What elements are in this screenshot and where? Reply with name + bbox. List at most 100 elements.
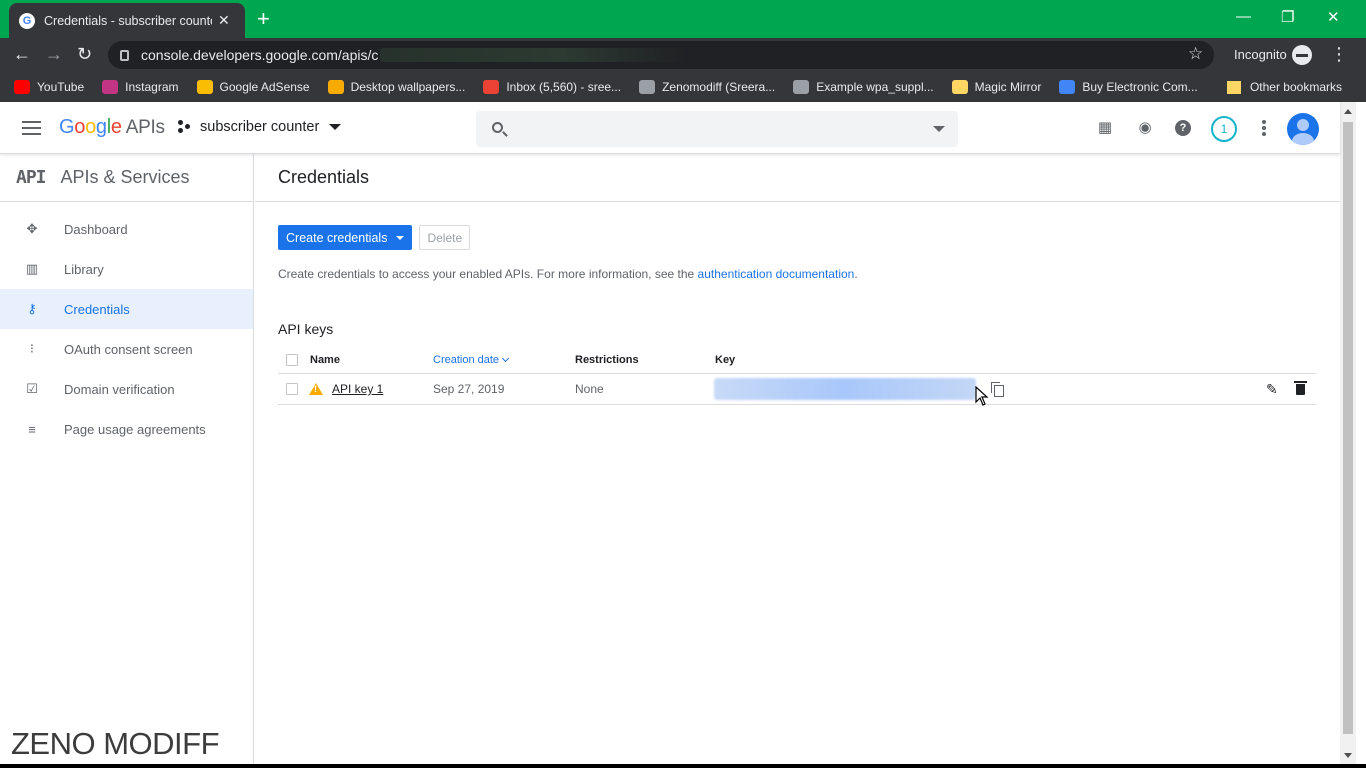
- create-credentials-button[interactable]: Create credentials: [278, 225, 413, 250]
- scroll-up-icon[interactable]: [1344, 109, 1352, 114]
- bookmark-star-icon[interactable]: ☆: [1188, 44, 1203, 64]
- sidebar-item-dashboard[interactable]: ✥ Dashboard: [0, 209, 253, 249]
- sidebar-item-label: Credentials: [64, 301, 130, 317]
- scrollbar-thumb[interactable]: [1343, 122, 1353, 734]
- dashboard-icon: ✥: [26, 221, 38, 236]
- bookmark-label: Magic Mirror: [974, 80, 1042, 94]
- main-content: Credentials Create credentials Delete Cr…: [255, 154, 1340, 764]
- library-icon: ▥: [25, 261, 39, 276]
- bookmark-label: Example wpa_suppl...: [816, 80, 934, 94]
- warning-icon: [309, 383, 323, 395]
- info-text-body: Create credentials to access your enable…: [278, 267, 698, 281]
- page-title: Credentials: [255, 154, 1340, 202]
- table-row[interactable]: API key 1 Sep 27, 2019 None ✎: [278, 374, 1316, 405]
- address-bar[interactable]: console.developers.google.com/apis/c: [108, 41, 1214, 69]
- sidebar-item-label: Page usage agreements: [64, 421, 206, 437]
- sidebar-item-label: OAuth consent screen: [64, 341, 193, 357]
- bookmark-item[interactable]: Buy Electronic Com...: [1059, 80, 1198, 94]
- sidebar-item-credentials[interactable]: ⚷ Credentials: [0, 289, 253, 329]
- other-bookmarks-label: Other bookmarks: [1249, 80, 1342, 94]
- delete-icon[interactable]: [1294, 380, 1307, 395]
- back-arrow-icon[interactable]: ←: [13, 44, 31, 64]
- restrictions-cell: None: [575, 382, 604, 396]
- bookmark-favicon-icon: [14, 80, 30, 94]
- column-header-name[interactable]: Name: [310, 347, 340, 373]
- creation-date-label: Creation date: [433, 354, 500, 366]
- google-apis-logo[interactable]: Google APIs: [59, 116, 165, 139]
- consent-icon: ⁝: [29, 341, 35, 356]
- bookmark-favicon-icon: [951, 80, 968, 94]
- vertical-scrollbar[interactable]: [1340, 102, 1356, 764]
- sidebar: API APIs & Services ✥ Dashboard ▥ Librar…: [0, 154, 254, 764]
- restore-button[interactable]: ❐: [1281, 8, 1294, 26]
- help-icon[interactable]: ?: [1175, 120, 1191, 136]
- bookmark-item[interactable]: Zenomodiff (Sreera...: [639, 80, 775, 94]
- bottom-edge: [0, 764, 1366, 768]
- browser-tab-strip: G Credentials - subscriber counter ✕ + —…: [0, 0, 1366, 38]
- column-header-restrictions: Restrictions: [575, 354, 639, 366]
- logo-apis: APIs: [125, 117, 165, 138]
- lock-icon: [120, 49, 129, 61]
- incognito-icon: [1292, 45, 1312, 65]
- bookmark-favicon-icon: [793, 80, 810, 94]
- logo-google: Google: [59, 116, 122, 138]
- bookmark-item[interactable]: Magic Mirror: [951, 80, 1042, 94]
- scroll-down-icon[interactable]: [1344, 753, 1352, 758]
- bookmark-item[interactable]: Google AdSense: [196, 80, 310, 94]
- delete-button[interactable]: Delete: [419, 225, 471, 250]
- authentication-documentation-link[interactable]: authentication documentation: [698, 267, 855, 281]
- sidebar-header: API APIs & Services: [0, 154, 253, 202]
- search-input[interactable]: [476, 111, 958, 147]
- bookmark-label: Zenomodiff (Sreera...: [662, 80, 776, 94]
- mouse-cursor-icon: [975, 386, 989, 406]
- bookmark-item[interactable]: YouTube: [14, 80, 84, 94]
- column-header-creation-date[interactable]: Creation date: [433, 347, 510, 373]
- other-bookmarks[interactable]: Other bookmarks: [1226, 72, 1342, 102]
- edit-icon[interactable]: ✎: [1266, 381, 1278, 398]
- avatar[interactable]: [1287, 113, 1319, 145]
- browser-toolbar: ← → ↻ console.developers.google.com/apis…: [0, 38, 1366, 72]
- project-dots-icon: [178, 120, 192, 134]
- bookmark-favicon-icon: [1059, 80, 1076, 94]
- browser-tab[interactable]: G Credentials - subscriber counter ✕: [9, 3, 245, 38]
- bookmark-item[interactable]: Instagram: [102, 80, 179, 94]
- window-close-button[interactable]: ✕: [1327, 8, 1340, 26]
- sidebar-item-page-usage[interactable]: ≡ Page usage agreements: [0, 409, 253, 449]
- sidebar-item-oauth-consent[interactable]: ⁝ OAuth consent screen: [0, 329, 253, 369]
- bookmark-item[interactable]: Example wpa_suppl...: [793, 80, 934, 94]
- browser-menu-icon[interactable]: ⋮: [1330, 44, 1348, 64]
- tab-title: Credentials - subscriber counter: [44, 13, 212, 28]
- new-tab-button[interactable]: +: [257, 8, 270, 30]
- forward-arrow-icon[interactable]: →: [45, 44, 63, 64]
- feedback-icon[interactable]: ◉: [1136, 119, 1154, 137]
- bookmark-label: Google AdSense: [219, 80, 310, 94]
- select-all-checkbox[interactable]: [286, 354, 298, 366]
- sidebar-item-library[interactable]: ▥ Library: [0, 249, 253, 289]
- bookmark-label: YouTube: [37, 80, 85, 94]
- notifications-badge[interactable]: 1: [1211, 116, 1237, 142]
- project-selector[interactable]: subscriber counter: [178, 119, 342, 135]
- api-keys-table: Name Creation date Restrictions Key API …: [278, 347, 1316, 405]
- row-checkbox[interactable]: [286, 383, 298, 395]
- action-bar: Create credentials Delete: [278, 225, 471, 250]
- bookmark-item[interactable]: Inbox (5,560) - sree...: [483, 80, 621, 94]
- sidebar-item-domain-verification[interactable]: ☑ Domain verification: [0, 369, 253, 409]
- tab-close-icon[interactable]: ✕: [218, 12, 230, 29]
- hamburger-menu-icon[interactable]: [22, 121, 41, 135]
- more-options-icon[interactable]: [1262, 120, 1266, 136]
- bookmark-favicon-icon: [102, 80, 119, 94]
- api-icon: API: [16, 167, 46, 188]
- reload-icon[interactable]: ↻: [77, 44, 92, 64]
- search-dropdown-icon[interactable]: [933, 126, 945, 132]
- url-text: console.developers.google.com/apis/c: [141, 47, 379, 63]
- api-key-name-link[interactable]: API key 1: [332, 382, 383, 396]
- gift-icon[interactable]: ▦: [1096, 119, 1114, 137]
- right-margin: [1356, 102, 1366, 764]
- settings-list-icon: ≡: [28, 421, 36, 437]
- copy-icon[interactable]: [991, 382, 1004, 397]
- api-key-value-redacted[interactable]: [714, 378, 976, 400]
- create-credentials-label: Create credentials: [286, 230, 388, 245]
- bookmark-favicon-icon: [483, 80, 500, 94]
- bookmark-item[interactable]: Desktop wallpapers...: [327, 80, 465, 94]
- minimize-button[interactable]: —: [1236, 8, 1251, 25]
